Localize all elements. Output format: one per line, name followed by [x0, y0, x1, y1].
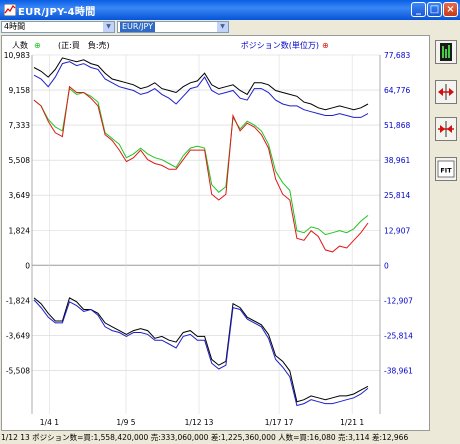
y-left-tick-label: 9,158 [9, 86, 31, 95]
status-bar: 1/12 13 ポジション数=買:1,558,420,000 売:333,060… [1, 433, 409, 442]
fit-label: FIT [440, 167, 452, 175]
pair-value: EUR/JPY [120, 22, 156, 32]
y-left-tick-label: -5,508 [6, 366, 30, 375]
expand-horizontal-icon [438, 84, 454, 100]
y-left-tick-label: 1,824 [9, 226, 31, 235]
series-line-red [33, 85, 369, 253]
legend-left-label: 人数 [12, 40, 28, 50]
x-tick-label: 1/17 17 [265, 418, 294, 427]
maximize-button[interactable]: □ [427, 2, 442, 17]
y-right-tick-label: 64,776 [384, 86, 410, 95]
bar-chart-button[interactable] [435, 40, 457, 64]
y-left-tick-label: 7,333 [9, 121, 31, 130]
x-tick-label: 1/9 5 [116, 418, 135, 427]
series-line-green [33, 87, 369, 236]
window-title: EUR/JPY-4時間 [18, 7, 96, 18]
y-right-tick-label: 51,868 [384, 121, 410, 130]
shrink-horizontal-icon [438, 121, 454, 137]
fit-icon: FIT [437, 160, 455, 178]
side-toolbar: FIT [432, 35, 460, 431]
chevron-down-icon: ▼ [217, 22, 228, 32]
y-right-tick-label: -12,907 [384, 296, 413, 305]
y-right-tick-label: -38,961 [384, 366, 413, 375]
minimize-button[interactable]: _ [411, 2, 426, 17]
expand-horizontal-button[interactable] [435, 80, 457, 104]
y-right-tick-label: -25,814 [384, 331, 413, 340]
series-line-black [33, 57, 369, 111]
y-right-tick-label: 12,907 [384, 226, 410, 235]
x-tick-label: 1/4 1 [40, 418, 59, 427]
y-left-tick-label: -1,824 [6, 296, 30, 305]
y-left-tick-label: 5,508 [9, 156, 31, 165]
series-line-blue [33, 61, 369, 118]
series-lines [33, 57, 369, 407]
timeframe-value: 4時間 [4, 22, 26, 31]
legend-left-badge[interactable]: ⊕ [34, 41, 41, 50]
legend-right-label: ポジション数(単位万) [241, 40, 319, 50]
y-right-tick-label: 77,683 [384, 51, 410, 60]
close-icon: × [446, 4, 455, 15]
y-left-tick-label: 0 [25, 261, 30, 270]
legend-sign-note: (正:買 負:売) [58, 40, 110, 50]
y-left-tick-label: 10,983 [4, 51, 30, 60]
close-button[interactable]: × [443, 2, 458, 17]
app-icon [4, 4, 16, 16]
chart-area[interactable]: 人数 ⊕ (正:買 負:売) ポジション数(単位万) ⊕ 10,983 9,158… [1, 35, 430, 431]
shrink-horizontal-button[interactable] [435, 117, 457, 141]
timeframe-select[interactable]: 4時間 ▼ [1, 21, 115, 33]
series-line-black-lower [33, 297, 369, 403]
chart-svg[interactable]: 人数 ⊕ (正:買 負:売) ポジション数(単位万) ⊕ 10,983 9,158… [2, 36, 429, 430]
y-right-tick-label: 25,814 [384, 191, 410, 200]
maximize-icon: □ [429, 4, 440, 15]
y-left-tick-label: -3,649 [6, 331, 30, 340]
minimize-icon: _ [416, 4, 421, 15]
x-tick-label: 1/12 13 [185, 418, 214, 427]
y-right-tick-label: 0 [384, 261, 389, 270]
pair-select[interactable]: EUR/JPY ▼ [117, 21, 229, 33]
y-left-tick-label: 3,649 [9, 191, 31, 200]
app-window: EUR/JPY-4時間 _ □ × 4時間 ▼ EUR/JPY ▼ 人数 ⊕ (… [0, 0, 460, 444]
x-tick-label: 1/21 1 [340, 418, 364, 427]
fit-button[interactable]: FIT [435, 157, 457, 181]
chevron-down-icon: ▼ [103, 22, 114, 32]
title-bar: EUR/JPY-4時間 _ □ × [0, 0, 460, 20]
bar-chart-icon [440, 43, 452, 61]
y-right-tick-label: 38,961 [384, 156, 410, 165]
series-line-blue-lower [33, 299, 369, 407]
legend-right-badge[interactable]: ⊕ [322, 41, 329, 50]
